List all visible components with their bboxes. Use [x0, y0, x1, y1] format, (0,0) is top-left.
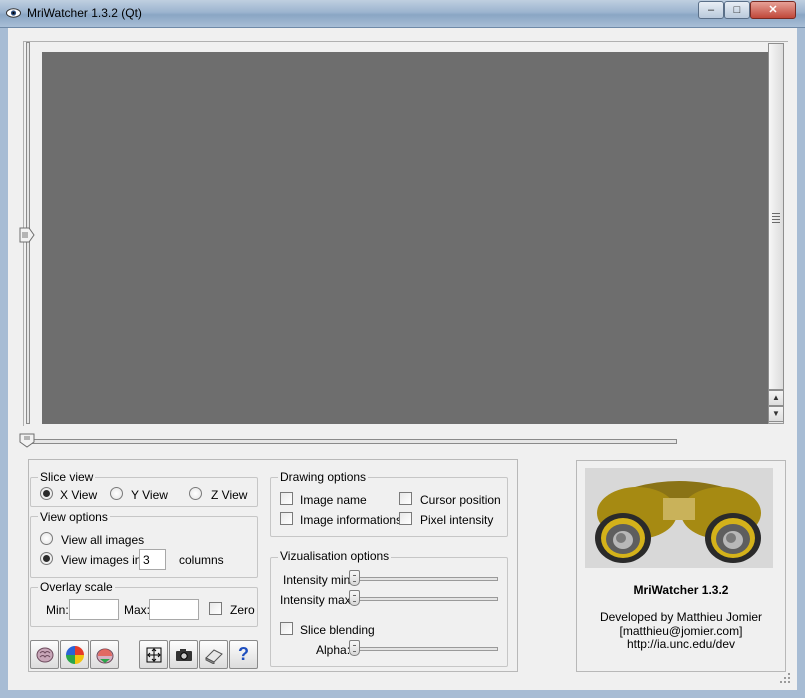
screenshot-button[interactable] — [169, 640, 198, 669]
resize-grip-icon[interactable] — [773, 666, 793, 686]
intensity-max-slider[interactable] — [350, 597, 498, 601]
close-icon: ✕ — [768, 4, 778, 16]
color-map-button[interactable] — [60, 640, 89, 669]
y-view-radio[interactable] — [110, 487, 123, 500]
drawing-options-title: Drawing options — [278, 470, 369, 484]
window-frame-left — [0, 28, 8, 698]
brain-button[interactable] — [30, 640, 59, 669]
grip-line — [772, 213, 780, 214]
image-informations-checkbox[interactable] — [280, 512, 293, 525]
view-all-images-radio[interactable] — [40, 532, 53, 545]
alpha-slider[interactable] — [350, 647, 498, 651]
intensity-min-slider[interactable] — [350, 577, 498, 581]
alpha-label: Alpha: — [316, 643, 351, 657]
about-developer: Developed by Matthieu Jomier — [599, 610, 763, 624]
grip-line — [772, 219, 780, 220]
color-wheel-icon — [66, 646, 84, 664]
title-bar[interactable]: MriWatcher 1.3.2 (Qt) – □ ✕ — [0, 0, 805, 28]
horizontal-slider-thumb[interactable] — [19, 433, 35, 448]
grip-line — [772, 222, 780, 223]
camera-icon — [176, 649, 192, 661]
view-images-in-radio[interactable] — [40, 552, 53, 565]
view-all-images-label[interactable]: View all images — [61, 533, 144, 547]
overlay-min-label: Min: — [46, 603, 69, 617]
overlay-max-label: Max: — [124, 603, 151, 617]
brain-icon — [36, 647, 54, 663]
window-frame-bottom — [0, 690, 805, 698]
intensity-max-label: Intensity max: — [280, 593, 355, 607]
zero-checkbox[interactable] — [209, 602, 222, 615]
cursor-position-label[interactable]: Cursor position — [420, 493, 501, 507]
x-view-label[interactable]: X View — [60, 488, 97, 502]
close-button[interactable]: ✕ — [750, 1, 796, 19]
z-view-label[interactable]: Z View — [211, 488, 247, 502]
view-options-title: View options — [38, 510, 110, 524]
help-icon: ? — [238, 644, 249, 664]
eraser-icon — [205, 649, 223, 664]
eye-icon — [6, 8, 21, 18]
columns-input[interactable] — [139, 549, 166, 570]
help-button[interactable]: ? — [229, 640, 258, 669]
image-informations-label[interactable]: Image informations — [300, 513, 402, 527]
overlay-button[interactable] — [90, 640, 119, 669]
image-name-checkbox[interactable] — [280, 492, 293, 505]
about-app-name: MriWatcher 1.3.2 — [633, 583, 729, 597]
maximize-button[interactable]: □ — [724, 1, 750, 19]
window-title: MriWatcher 1.3.2 (Qt) — [27, 6, 142, 20]
about-email: [matthieu@jomier.com] — [619, 624, 743, 638]
columns-label: columns — [179, 553, 224, 567]
intensity-min-label: Intensity min: — [283, 573, 354, 587]
pixel-intensity-label[interactable]: Pixel intensity — [420, 513, 493, 527]
window-frame-right — [797, 28, 805, 698]
pixel-intensity-checkbox[interactable] — [399, 512, 412, 525]
intensity-min-slider-thumb[interactable] — [349, 570, 360, 586]
fit-view-icon — [146, 647, 162, 663]
y-view-label[interactable]: Y View — [131, 488, 168, 502]
zero-label[interactable]: Zero — [230, 603, 255, 617]
fit-view-button[interactable] — [139, 640, 168, 669]
drawing-options-group — [270, 477, 508, 537]
scroll-down-button[interactable]: ▼ — [768, 406, 784, 422]
minimize-button[interactable]: – — [698, 1, 724, 19]
vertical-slider-thumb[interactable] — [19, 227, 35, 243]
grip-line — [772, 216, 780, 217]
image-name-label[interactable]: Image name — [300, 493, 367, 507]
maximize-icon: □ — [733, 4, 741, 16]
horizontal-slice-slider[interactable] — [23, 439, 677, 444]
overlay-min-input[interactable] — [69, 599, 119, 620]
z-view-radio[interactable] — [189, 487, 202, 500]
alpha-slider-thumb[interactable] — [349, 640, 360, 656]
about-url: http://ia.unc.edu/dev — [626, 637, 736, 651]
binoculars-logo-icon — [585, 468, 773, 568]
eraser-button[interactable] — [199, 640, 228, 669]
intensity-max-slider-thumb[interactable] — [349, 590, 360, 606]
cursor-position-checkbox[interactable] — [399, 492, 412, 505]
slice-view-title: Slice view — [38, 470, 96, 484]
slice-blending-checkbox[interactable] — [280, 622, 293, 635]
view-images-in-label[interactable]: View images in — [61, 553, 141, 567]
x-view-radio[interactable] — [40, 487, 53, 500]
image-viewer[interactable] — [42, 52, 768, 424]
scroll-up-button[interactable]: ▲ — [768, 390, 784, 406]
overlay-max-input[interactable] — [149, 599, 199, 620]
overlay-icon — [96, 648, 114, 664]
overlay-scale-title: Overlay scale — [38, 580, 115, 594]
slice-blending-label[interactable]: Slice blending — [300, 623, 375, 637]
minimize-icon: – — [707, 4, 715, 16]
vizualisation-options-title: Vizualisation options — [278, 549, 392, 563]
